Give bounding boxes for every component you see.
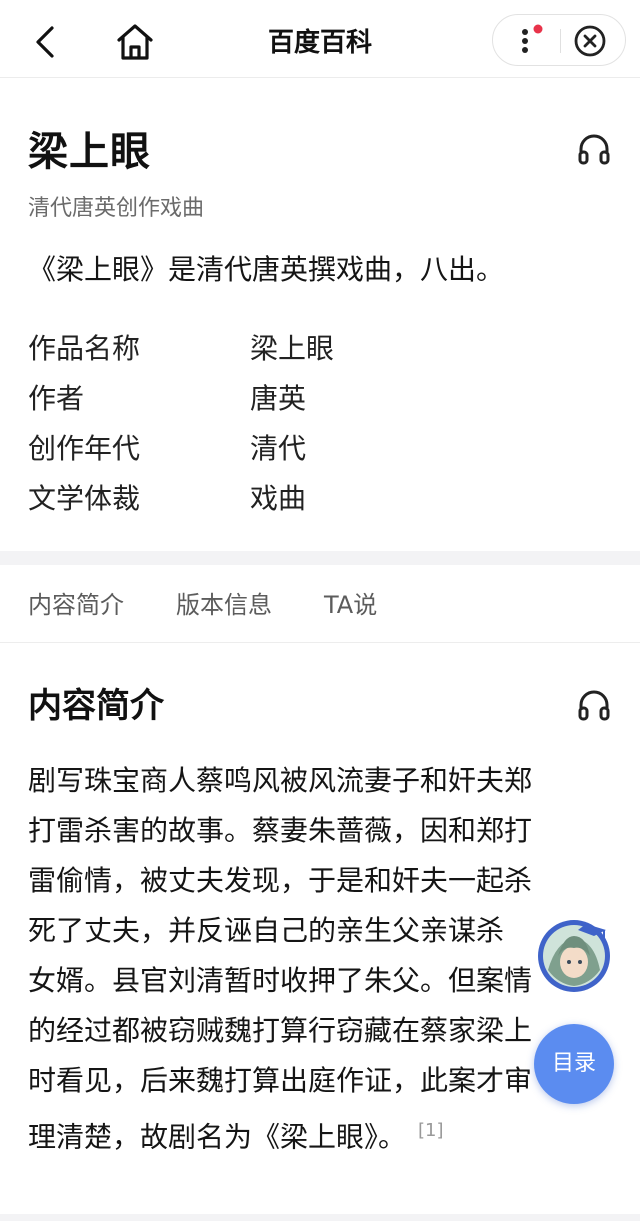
- info-label: 作者: [28, 382, 85, 415]
- body-line: 雷偷情，被丈夫发现，于是和奸夫一起杀: [28, 864, 533, 897]
- body-line-last: 理清楚，故剧名为《梁上眼》。 [1]: [28, 1106, 612, 1162]
- capsule-divider: [560, 29, 561, 53]
- body-line: 时看见，后来魏打算出庭作证，此案才审: [28, 1064, 533, 1097]
- info-row: 创作年代 清代: [28, 422, 608, 472]
- info-label: 文学体裁: [28, 482, 141, 515]
- info-value: 唐英: [250, 382, 307, 415]
- bottom-divider: [0, 1214, 640, 1221]
- body-line: 打雷杀害的故事。蔡妻朱蔷薇，因和郑打: [28, 814, 533, 847]
- tab-ta-says[interactable]: TA说: [324, 589, 377, 621]
- info-label: 作品名称: [28, 332, 141, 365]
- section-title: 内容简介: [28, 686, 164, 726]
- reference-link[interactable]: [1]: [418, 1120, 444, 1141]
- section-divider: [0, 551, 640, 565]
- info-value: 戏曲: [250, 482, 307, 515]
- page: 百度百科 梁上眼 清代唐英创作戏曲 《梁上眼》是清代唐英撰戏曲，八出。 作品名称…: [0, 0, 640, 1221]
- tab-summary[interactable]: 内容简介: [28, 589, 124, 621]
- headphone-icon[interactable]: [576, 688, 612, 724]
- mini-program-capsule: [492, 14, 626, 66]
- body-line: 剧写珠宝商人蔡鸣风被风流妻子和奸夫郑: [28, 764, 533, 797]
- info-row: 作品名称 梁上眼: [28, 322, 608, 372]
- info-row: 作者 唐英: [28, 372, 608, 422]
- info-box: 作品名称 梁上眼 作者 唐英 创作年代 清代 文学体裁 戏曲: [28, 322, 608, 522]
- entry-summary: 《梁上眼》是清代唐英撰戏曲，八出。: [28, 253, 505, 286]
- info-value: 清代: [250, 432, 307, 465]
- body-line: 女婿。县官刘清暂时收押了朱父。但案情: [28, 964, 533, 997]
- close-circle-icon[interactable]: [573, 24, 607, 58]
- entry-title: 梁上眼: [28, 129, 151, 175]
- section-body: 剧写珠宝商人蔡鸣风被风流妻子和奸夫郑 打雷杀害的故事。蔡妻朱蔷薇，因和郑打 雷偷…: [28, 756, 612, 1162]
- body-line: 的经过都被窃贼魏打算行窃藏在蔡家梁上: [28, 1014, 533, 1047]
- info-label: 创作年代: [28, 432, 141, 465]
- body-line: 死了丈夫，并反诬自己的亲生父亲谋杀: [28, 914, 505, 947]
- entry-subtitle: 清代唐英创作戏曲: [28, 196, 205, 221]
- catalog-tabs: 内容简介 版本信息 TA说: [0, 565, 640, 643]
- tab-version-info[interactable]: 版本信息: [176, 589, 272, 621]
- more-dots-icon[interactable]: [511, 23, 545, 59]
- top-nav-bar: 百度百科: [0, 0, 640, 78]
- info-value: 梁上眼: [250, 332, 335, 365]
- assistant-avatar-icon[interactable]: [534, 914, 614, 994]
- info-row: 文学体裁 戏曲: [28, 472, 608, 522]
- body-line-text: 理清楚，故剧名为《梁上眼》。: [28, 1120, 407, 1154]
- toc-button[interactable]: 目录: [534, 1024, 614, 1104]
- headphone-icon[interactable]: [576, 132, 612, 168]
